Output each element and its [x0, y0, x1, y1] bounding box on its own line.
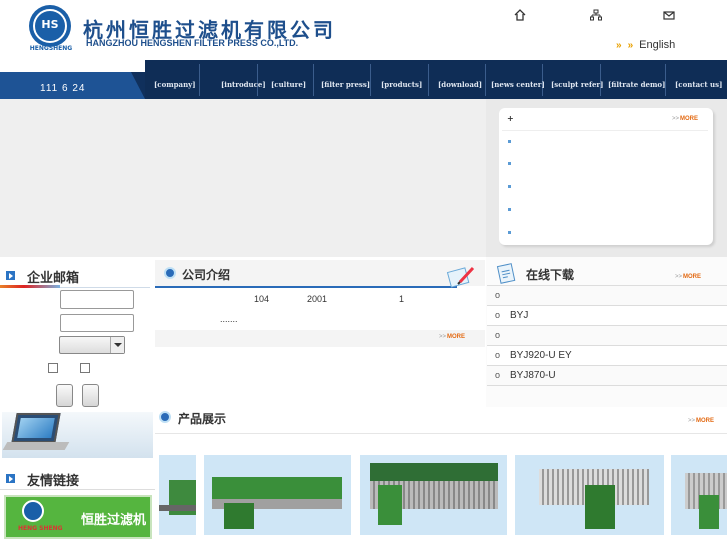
products-bullet-icon [159, 411, 171, 423]
nav-separator [199, 64, 200, 96]
nav-item-introduce[interactable]: [introduce] [221, 80, 266, 89]
nav-separator [313, 64, 314, 96]
news-divider [502, 130, 708, 131]
download-item[interactable]: o [487, 326, 727, 346]
partner-name: 恒胜过滤机 [81, 513, 147, 528]
download-title: 在线下载 [526, 268, 575, 282]
machine-head [224, 503, 254, 529]
download-item[interactable]: o BYJ870-U [487, 366, 727, 386]
products-title: 产品展示 [178, 412, 227, 426]
intro-bullet-icon [164, 267, 176, 279]
links-title-rule [0, 489, 155, 490]
news-bullet-icon [508, 140, 511, 143]
news-list [499, 108, 713, 245]
nav-item-culture[interactable]: [culture] [271, 80, 306, 89]
intro-text-number: 104 [254, 294, 270, 304]
download-item[interactable]: o BYJ920-U EY [487, 346, 727, 366]
nav-item-filtrate-demo[interactable]: [filtrate demo] [608, 80, 665, 89]
products-more-link[interactable]: >>MORE [688, 418, 714, 424]
logo-text: HS [41, 18, 59, 31]
nav-item-download[interactable]: [download] [438, 80, 482, 89]
machine-shape [212, 477, 342, 499]
logo-caption: HENGSHENG [29, 45, 73, 52]
nav-item-products[interactable]: [products] [381, 80, 422, 89]
double-arrow-icon: » [616, 40, 622, 51]
chevron-down-icon [110, 337, 124, 353]
intro-footer-bar [155, 330, 485, 347]
document-icon [495, 262, 517, 284]
download-item[interactable]: o BYJ [487, 306, 727, 326]
machine-head [378, 485, 402, 525]
links-section-title: 友情链接 [27, 474, 80, 489]
mail-section-title: 企业邮箱 [27, 271, 80, 286]
mail-username-input[interactable] [60, 290, 134, 309]
login-button[interactable] [56, 384, 73, 407]
news-bullet-icon [508, 185, 511, 188]
secure-checkbox[interactable] [80, 363, 90, 373]
intro-text-ellipsis: ....... [220, 314, 238, 324]
machine-head [585, 485, 615, 529]
product-image[interactable] [360, 455, 507, 535]
news-bullet-icon [508, 162, 511, 165]
partner-caption: HENG SHENG [18, 525, 63, 532]
double-arrow-icon: » [627, 40, 634, 51]
intro-title-underline [155, 286, 457, 288]
nav-separator [428, 64, 429, 96]
partner-banner[interactable]: HENG SHENG 恒胜过滤机 [4, 495, 152, 539]
product-image[interactable] [671, 455, 727, 535]
notebook-pen-icon [446, 264, 476, 290]
news-title: + [507, 114, 514, 123]
mail-domain-select[interactable] [59, 336, 125, 354]
machine-base [159, 505, 196, 511]
links-section-icon [6, 474, 15, 483]
language-switch[interactable]: » » English [616, 39, 675, 51]
nav-item-news-center[interactable]: [news center] [491, 80, 545, 89]
news-bullet-icon [508, 208, 511, 211]
nav-item-contact-us[interactable]: [contact us] [675, 80, 722, 89]
nav-divider-shape [131, 72, 145, 99]
nav-separator [370, 64, 371, 96]
product-image[interactable] [159, 455, 196, 535]
current-date: 111 6 24 [40, 83, 86, 94]
mail-password-input[interactable] [60, 314, 134, 332]
banner-area [0, 99, 486, 257]
nav-item-filter-press[interactable]: [filter press] [321, 80, 370, 89]
download-more-link[interactable]: >>MORE [675, 274, 701, 280]
company-logo[interactable]: HS [29, 5, 71, 47]
company-name-en: HANGZHOU HENGSHEN FILTER PRESS CO.,LTD. [86, 38, 299, 48]
product-image[interactable] [204, 455, 351, 535]
contact-icon[interactable] [663, 9, 675, 21]
intro-title: 公司介绍 [182, 268, 231, 282]
news-bullet-icon [508, 231, 511, 234]
intro-more-link[interactable]: >>MORE [439, 334, 465, 340]
products-title-rule [155, 433, 727, 434]
nav-item-sculpt-refer[interactable]: [sculpt refer] [551, 80, 603, 89]
sitemap-icon[interactable] [590, 9, 602, 21]
news-more-link[interactable]: >>MORE [672, 116, 698, 122]
language-link[interactable]: English [639, 39, 675, 51]
intro-text-count: 1 [399, 294, 405, 304]
machine-shape [370, 463, 498, 481]
laptop-icon [11, 413, 61, 443]
intro-text-year: 2001 [307, 294, 328, 304]
machine-head [699, 495, 719, 529]
mail-section-icon [6, 271, 15, 280]
laptop-base [2, 442, 70, 450]
nav-separator [485, 64, 486, 96]
register-button[interactable] [82, 384, 99, 407]
product-image[interactable] [515, 455, 664, 535]
mail-title-underline [0, 285, 60, 288]
download-item[interactable]: o [487, 286, 727, 306]
remember-checkbox[interactable] [48, 363, 58, 373]
nav-item-company[interactable]: [company] [154, 80, 196, 89]
mail-title-rule [60, 287, 150, 288]
partner-logo-icon [22, 500, 44, 522]
home-icon[interactable] [514, 9, 526, 21]
